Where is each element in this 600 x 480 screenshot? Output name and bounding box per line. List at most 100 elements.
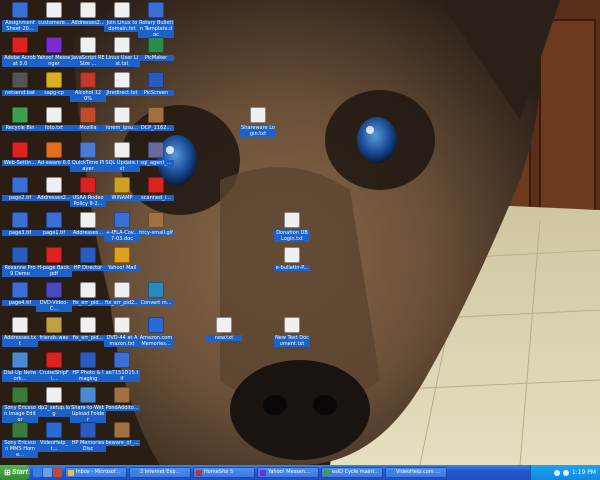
desktop-icon-label: +-IFLA-Cov... 7-03.doc <box>104 230 140 242</box>
app-icon <box>46 72 62 88</box>
desktop-icon[interactable]: JavaScript RESize ... <box>70 37 106 67</box>
taskbar-button[interactable]: esID Cycle maint... <box>321 467 383 478</box>
desktop-icon[interactable]: customere... <box>36 2 72 26</box>
desktop-icon[interactable]: dp2_setup.log <box>36 387 72 417</box>
desktop-icon[interactable]: Rotary Bulletin Template.doc <box>138 2 174 38</box>
desktop-icon-label: Addresses.txt <box>2 335 38 347</box>
show-desktop-icon[interactable] <box>43 468 52 477</box>
desktop-icon[interactable]: Donation DB Login.txt <box>274 212 310 242</box>
desktop-icon[interactable]: PicScreen <box>138 72 174 96</box>
desktop-icon[interactable]: Sony Ericsson MMS Home... <box>2 422 38 458</box>
desktop-icon[interactable]: fix_err_pid... <box>70 317 106 341</box>
desktop-icon[interactable]: sapg-cp <box>36 72 72 96</box>
desktop-icon[interactable]: Join Linux to domain.txt <box>104 2 140 32</box>
desktop-icon[interactable]: USAA Rodeo Policy 9-2... <box>70 177 106 207</box>
desktop-icon[interactable]: Assignment Sheet 20... <box>2 2 38 32</box>
taskbar-button[interactable]: Inbox - Microsof... <box>65 467 127 478</box>
desktop-icon[interactable]: page1.tif <box>36 212 72 236</box>
desktop-icon[interactable]: Dial-Up Network... <box>2 352 38 382</box>
desktop-icon[interactable]: page2.tif <box>2 177 38 201</box>
desktop-icon[interactable]: htcy-small.gif <box>138 212 174 236</box>
desktop-icon[interactable]: DVD-Video-C... <box>36 282 72 312</box>
desktop-icon[interactable]: Ad-aware 6.0 <box>36 142 72 166</box>
desktop-icon-label: Ad-aware 6.0 <box>36 160 72 166</box>
desktop-icon-label: Alcohol 120% <box>70 90 106 102</box>
desktop-icon-label: htcy-small.gif <box>138 230 174 236</box>
desktop-icon-label: Sony Ericsson MMS Home... <box>2 440 38 458</box>
desktop-icon[interactable]: HP Memories Disc <box>70 422 106 452</box>
desktop-icon[interactable]: Adobe Acrobat 5.0 <box>2 37 38 67</box>
desktop-icon[interactable]: fix_err_pid... <box>70 282 106 306</box>
text-file-icon <box>114 37 130 53</box>
desktop-icon[interactable]: ae7151D15.tif <box>104 352 140 382</box>
desktop-icon[interactable]: lorem_ipsu... <box>104 107 140 131</box>
desktop-icon[interactable]: netsend.bat <box>2 72 38 96</box>
acrobat-icon <box>148 177 164 193</box>
desktop-icon[interactable]: New Text Document.txt <box>274 317 310 347</box>
taskbar-button[interactable]: Yahoo! Messen... <box>257 467 319 478</box>
desktop-icon[interactable]: Addresses... <box>70 212 106 236</box>
desktop-icon[interactable]: beware_of_... <box>104 422 140 446</box>
desktop-icon[interactable]: page4.tif <box>2 282 38 306</box>
desktop-icon[interactable]: VideoHelp_t... <box>36 422 72 452</box>
desktop-icon[interactable]: e-bulletin-P... <box>274 247 310 271</box>
desktop-icon[interactable]: Linux User List.txt <box>104 37 140 67</box>
text-file-icon <box>216 317 232 333</box>
desktop-icon-label: Sony Ericsson Image Editor <box>2 405 38 423</box>
text-file-icon <box>114 107 130 123</box>
app-icon <box>148 72 164 88</box>
taskbar-button[interactable]: VideoHelp.com ... <box>385 467 447 478</box>
taskbar-button[interactable]: HomeSite 5 <box>193 467 255 478</box>
desktop-icon[interactable]: QuickTime Player <box>70 142 106 172</box>
start-button[interactable]: ⊞ Start <box>0 465 30 480</box>
desktop-icon[interactable]: Share-to-Web Upload Folder <box>70 387 106 423</box>
desktop-icon[interactable]: Yahoo! Mail <box>104 247 140 271</box>
acrobat-icon <box>12 142 28 158</box>
desktop-icon-label: PondAddito... <box>104 405 140 411</box>
desktop-icon[interactable]: H-page Back.pdf <box>36 247 72 277</box>
desktop-icon[interactable]: Addresses2... <box>36 177 72 201</box>
desktop-icon[interactable]: foto.txt <box>36 107 72 131</box>
desktop-icon[interactable]: Roxanne Pro 9 Demo <box>2 247 38 277</box>
app-icon <box>148 282 164 298</box>
volume-icon[interactable] <box>553 469 560 476</box>
desktop-icon[interactable]: CruiseShipFi... <box>36 352 72 382</box>
desktop-icon[interactable]: PondAddito... <box>104 387 140 411</box>
desktop-icon[interactable]: sql_agent_... <box>138 142 174 166</box>
desktop-icon[interactable]: HP Director <box>70 247 106 271</box>
taskbar-button[interactable]: 2 Internet Exp... <box>129 467 191 478</box>
desktop-icon[interactable]: Recycle Bin <box>2 107 38 131</box>
desktop-icon[interactable]: Addresses2... <box>70 2 106 26</box>
desktop-icon[interactable]: Alcohol 120% <box>70 72 106 102</box>
clock[interactable]: 1:19 PM <box>572 469 596 476</box>
desktop-icon[interactable]: fix_err_pid2... <box>104 282 140 306</box>
desktop-icon[interactable]: +-IFLA-Cov... 7-03.doc <box>104 212 140 242</box>
desktop-icon[interactable]: Shareware Login.txt <box>240 107 276 137</box>
desktop-icon[interactable]: Addresses.txt <box>2 317 38 347</box>
desktop-icon[interactable]: Convert m... <box>138 282 174 306</box>
desktop-icon[interactable]: Jtredirect.txt <box>104 72 140 96</box>
desktop-icon[interactable]: DCP_1162... <box>138 107 174 131</box>
desktop-icon[interactable]: DVD-44 at Amazon.txt <box>104 317 140 347</box>
desktop-icon[interactable]: SQL Update.txt <box>104 142 140 172</box>
mozilla-icon[interactable] <box>53 468 62 477</box>
image-file-icon <box>114 387 130 403</box>
desktop-icon[interactable]: page3.tif <box>2 212 38 236</box>
desktop-icon[interactable]: new.txt <box>206 317 242 341</box>
network-icon[interactable] <box>562 469 569 476</box>
desktop-icon[interactable]: WINAMP <box>104 177 140 201</box>
text-file-icon <box>250 107 266 123</box>
desktop-icon[interactable]: PicMaker <box>138 37 174 61</box>
desktop-icon[interactable]: scanned_i... <box>138 177 174 201</box>
desktop-icon[interactable]: Mozilla <box>70 107 106 131</box>
desktop-icon[interactable]: Amazon.com Memories... <box>138 317 174 347</box>
desktop-icon[interactable]: HP Photo & Imaging <box>70 352 106 382</box>
desktop-icon[interactable]: Sony Ericsson Image Editor <box>2 387 38 423</box>
ie-icon[interactable] <box>33 468 42 477</box>
desktop-icon[interactable]: Yahoo! Messenger <box>36 37 72 67</box>
desktop-icon[interactable]: friends.wav <box>36 317 72 341</box>
batch-file-icon <box>12 72 28 88</box>
desktop-icon[interactable]: Web-Settin... <box>2 142 38 166</box>
image-file-icon <box>114 422 130 438</box>
system-tray: 1:19 PM <box>530 465 600 480</box>
